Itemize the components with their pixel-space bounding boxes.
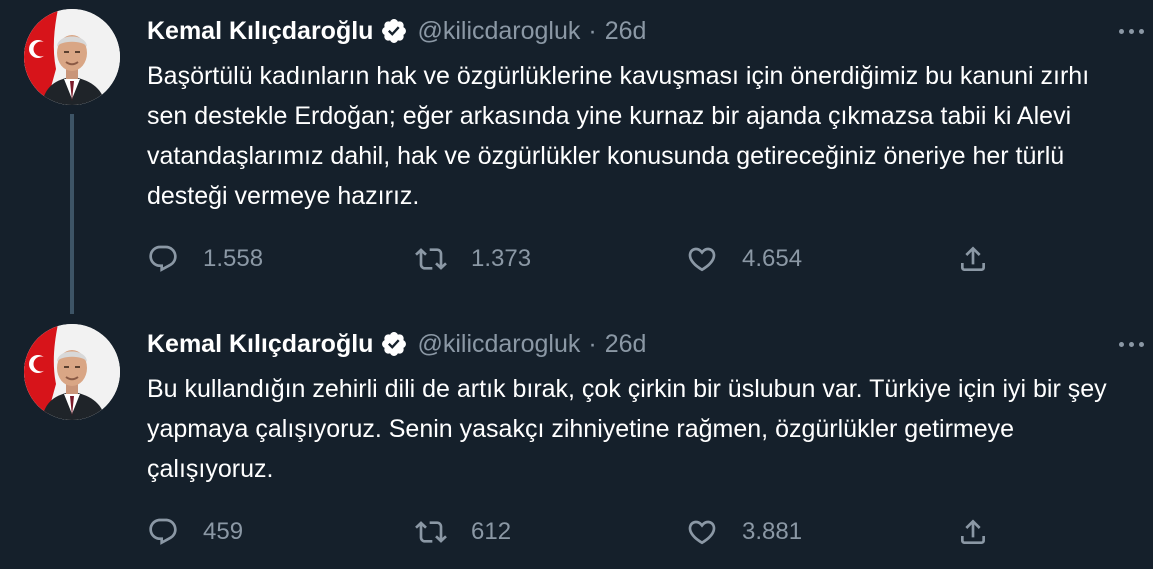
thread-connector-line — [70, 114, 74, 314]
reply-icon — [147, 243, 179, 275]
like-count: 3.881 — [742, 518, 803, 545]
reply-button[interactable]: 459 — [147, 512, 243, 552]
separator-dot: · — [588, 329, 597, 358]
like-count: 4.654 — [742, 245, 803, 272]
tweet-2[interactable]: Kemal Kılıçdaroğlu @kilicdarogluk · 26d … — [0, 314, 1153, 569]
share-button[interactable] — [957, 239, 989, 279]
author-handle[interactable]: @kilicdarogluk — [417, 330, 580, 359]
tweet-1[interactable]: Kemal Kılıçdaroğlu @kilicdarogluk · 26d … — [0, 0, 1153, 314]
retweet-icon — [415, 243, 447, 275]
tweet-text: Bu kullandığın zehirli dili de artık bır… — [147, 375, 1107, 483]
heart-icon — [686, 243, 718, 275]
avatar[interactable] — [24, 9, 120, 105]
share-icon — [957, 243, 989, 275]
reply-icon — [147, 516, 179, 548]
share-icon — [957, 516, 989, 548]
author-handle[interactable]: @kilicdarogluk — [417, 17, 580, 46]
tweet-actions: 1.558 1.373 4.654 — [147, 239, 1007, 279]
reply-button[interactable]: 1.558 — [147, 239, 263, 279]
more-options-icon[interactable] — [1119, 24, 1153, 38]
reply-count: 459 — [203, 518, 244, 545]
share-button[interactable] — [957, 512, 989, 552]
more-options-icon[interactable] — [1119, 337, 1153, 351]
reply-count: 1.558 — [203, 245, 264, 272]
tweet-timestamp[interactable]: 26d — [605, 330, 647, 359]
retweet-count: 612 — [471, 518, 512, 545]
verified-badge-icon — [380, 17, 408, 45]
retweet-icon — [415, 516, 447, 548]
retweet-button[interactable]: 612 — [415, 512, 511, 552]
retweet-count: 1.373 — [471, 245, 532, 272]
heart-icon — [686, 516, 718, 548]
retweet-button[interactable]: 1.373 — [415, 239, 531, 279]
tweet-actions: 459 612 3.881 — [147, 512, 1007, 552]
separator-dot: · — [588, 16, 597, 45]
author-name[interactable]: Kemal Kılıçdaroğlu — [147, 330, 373, 359]
like-button[interactable]: 4.654 — [686, 239, 802, 279]
verified-badge-icon — [380, 330, 408, 358]
author-name[interactable]: Kemal Kılıçdaroğlu — [147, 17, 373, 46]
tweet-header: Kemal Kılıçdaroğlu @kilicdarogluk · 26d — [147, 326, 646, 362]
avatar[interactable] — [24, 324, 120, 420]
like-button[interactable]: 3.881 — [686, 512, 802, 552]
tweet-header: Kemal Kılıçdaroğlu @kilicdarogluk · 26d — [147, 13, 646, 49]
tweet-text: Başörtülü kadınların hak ve özgürlükleri… — [147, 62, 1090, 210]
tweet-timestamp[interactable]: 26d — [605, 17, 647, 46]
